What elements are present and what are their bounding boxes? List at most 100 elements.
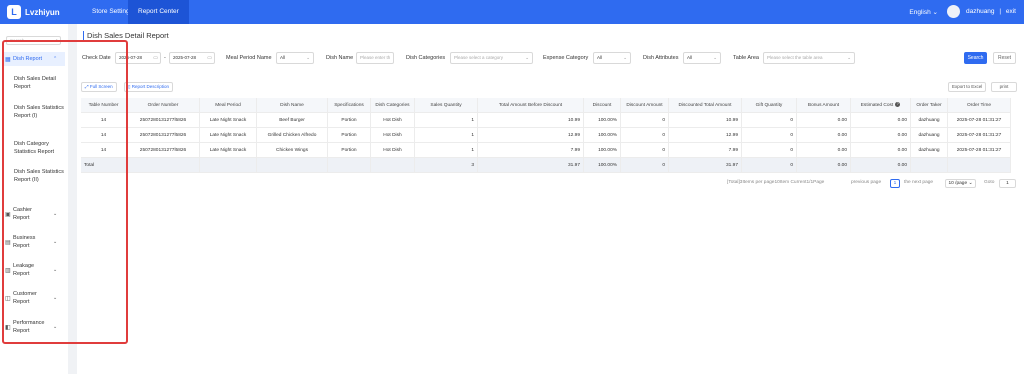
- dish-attributes-select[interactable]: All ⌄: [683, 52, 721, 64]
- table-cell: 1: [415, 128, 478, 143]
- date-end-value: 2025-07-28: [173, 55, 197, 60]
- table-cell: 2025-07-28 01:31:27: [948, 143, 1011, 158]
- total-cell: [911, 158, 948, 173]
- goto-label: Goto: [984, 180, 995, 185]
- table-cell: dazhuang: [911, 143, 948, 158]
- table-cell: 12.99: [478, 128, 584, 143]
- goto-input[interactable]: 1: [999, 179, 1016, 188]
- page-number-current[interactable]: 1: [890, 179, 900, 188]
- total-cell: [127, 158, 200, 173]
- table-total-row: Total 3 31.97 100.00% 0 31.97 0 0.00 0.00: [81, 158, 1011, 173]
- table-cell: 0: [621, 113, 669, 128]
- export-excel-button[interactable]: Export to Excel: [948, 82, 987, 92]
- table-header-row: Table Number Order Number Meal Period Dish …: [81, 98, 1011, 113]
- table-cell: Hot Dish: [371, 113, 415, 128]
- search-button[interactable]: Search: [964, 52, 987, 64]
- column-header: Dish Categories: [371, 98, 415, 113]
- table-area-select[interactable]: Please select the table area ⌄: [763, 52, 855, 64]
- language-label: English: [909, 9, 931, 16]
- username[interactable]: dazhuang: [966, 8, 995, 15]
- date-end-input[interactable]: 2025-07-28 ▭: [169, 52, 215, 64]
- calendar-icon: ▭: [207, 55, 212, 61]
- total-cell: 31.97: [478, 158, 584, 173]
- previous-page-link[interactable]: previous page: [851, 180, 881, 185]
- table-cell: dazhuang: [911, 113, 948, 128]
- expense-category-select[interactable]: All ⌄: [593, 52, 631, 64]
- column-header: Sales Quantity: [415, 98, 478, 113]
- column-header: Order Time: [948, 98, 1011, 113]
- table-cell: 100.00%: [584, 128, 621, 143]
- chevron-down-icon: ⌄: [968, 181, 973, 186]
- chevron-down-icon: ⌄: [847, 55, 851, 60]
- dish-categories-select[interactable]: Please select a category ⌄: [450, 52, 533, 64]
- table-area-placeholder: Please select the table area: [767, 55, 823, 60]
- table-cell: 0.00: [851, 128, 911, 143]
- logo[interactable]: L Lvzhiyun: [7, 5, 60, 19]
- table-cell: Portion: [328, 113, 371, 128]
- total-cell: 3: [415, 158, 478, 173]
- reset-button[interactable]: Reset: [993, 52, 1016, 64]
- table-cell: 100.00%: [584, 113, 621, 128]
- date-separator: -: [164, 55, 166, 61]
- total-cell: [948, 158, 1011, 173]
- column-header: Specifications: [328, 98, 371, 113]
- table-cell: 0: [742, 113, 797, 128]
- dish-attributes-value: All: [687, 55, 693, 60]
- dish-name-placeholder: Please enter th: [360, 55, 391, 60]
- dish-name-label: Dish Name: [326, 55, 354, 61]
- document-icon: ▯: [128, 84, 131, 89]
- chevron-down-icon: ⌄: [623, 55, 627, 60]
- table-row: 14 2507280131277l5826 Late Night Snack Beef…: [81, 113, 1011, 128]
- table-cell: 0: [621, 128, 669, 143]
- table-cell: Hot Dish: [371, 143, 415, 158]
- nav-report-center[interactable]: Report Center: [128, 0, 189, 24]
- total-cell: [200, 158, 257, 173]
- column-header: Dish Name: [257, 98, 328, 113]
- column-header: Bonus Amount: [797, 98, 851, 113]
- table-cell: Late Night Snack: [200, 143, 257, 158]
- column-header: Gift Quantity: [742, 98, 797, 113]
- table-cell: 0.00: [797, 113, 851, 128]
- table-cell: 0: [621, 143, 669, 158]
- total-cell: 0.00: [797, 158, 851, 173]
- table-cell: 2507280131277l5826: [127, 113, 200, 128]
- column-header: Order Number: [127, 98, 200, 113]
- table-cell: dazhuang: [911, 128, 948, 143]
- language-selector[interactable]: English ⌄: [909, 8, 938, 16]
- report-description-button[interactable]: ▯ Report Description: [124, 82, 174, 92]
- report-table: Table Number Order Number Meal Period Dish …: [81, 98, 1011, 173]
- dish-name-input[interactable]: Please enter th: [356, 52, 394, 64]
- table-cell: 1: [415, 113, 478, 128]
- dish-categories-placeholder: Please select a category: [454, 55, 504, 60]
- table-cell: 7.99: [669, 143, 742, 158]
- table-area-label: Table Area: [733, 55, 759, 61]
- avatar[interactable]: [947, 5, 960, 18]
- table-cell: 2025-07-28 01:31:27: [948, 113, 1011, 128]
- exit-link[interactable]: exit: [1006, 8, 1016, 15]
- table-cell: Portion: [328, 143, 371, 158]
- main-content: Dish Sales Detail Report Check Date 2025…: [77, 24, 1024, 374]
- chevron-down-icon: ⌄: [306, 55, 310, 60]
- user-area: dazhuang | exit: [966, 8, 1016, 15]
- column-header: Total Amount Before Discount: [478, 98, 584, 113]
- total-cell: [371, 158, 415, 173]
- table-cell: 0.00: [851, 113, 911, 128]
- column-header: Order Taker: [911, 98, 948, 113]
- page-size-select[interactable]: 10 /page ⌄: [945, 179, 976, 188]
- info-icon[interactable]: ?: [895, 102, 901, 108]
- table-cell: 2507280131277l5826: [127, 128, 200, 143]
- print-button[interactable]: print: [991, 82, 1017, 92]
- chevron-down-icon: ⌄: [525, 55, 529, 60]
- report-description-label: Report Description: [131, 84, 170, 89]
- filter-bar: Check Date 2025-07-28 ▭ - 2025-07-28 ▭ M…: [77, 52, 1024, 66]
- total-cell: 0.00: [851, 158, 911, 173]
- table-cell: Late Night Snack: [200, 113, 257, 128]
- meal-period-select[interactable]: All ⌄: [276, 52, 314, 64]
- pagination-summary: [Total]3Items per page10Item Current1/1P…: [727, 180, 825, 185]
- page-size-value: 10 /page: [948, 181, 968, 186]
- table-row: 14 2507280131277l5826 Late Night Snack Chic…: [81, 143, 1011, 158]
- column-header: Discount Amount: [621, 98, 669, 113]
- column-header: Discount: [584, 98, 621, 113]
- separator: |: [999, 8, 1002, 15]
- next-page-link[interactable]: the next page: [904, 180, 933, 185]
